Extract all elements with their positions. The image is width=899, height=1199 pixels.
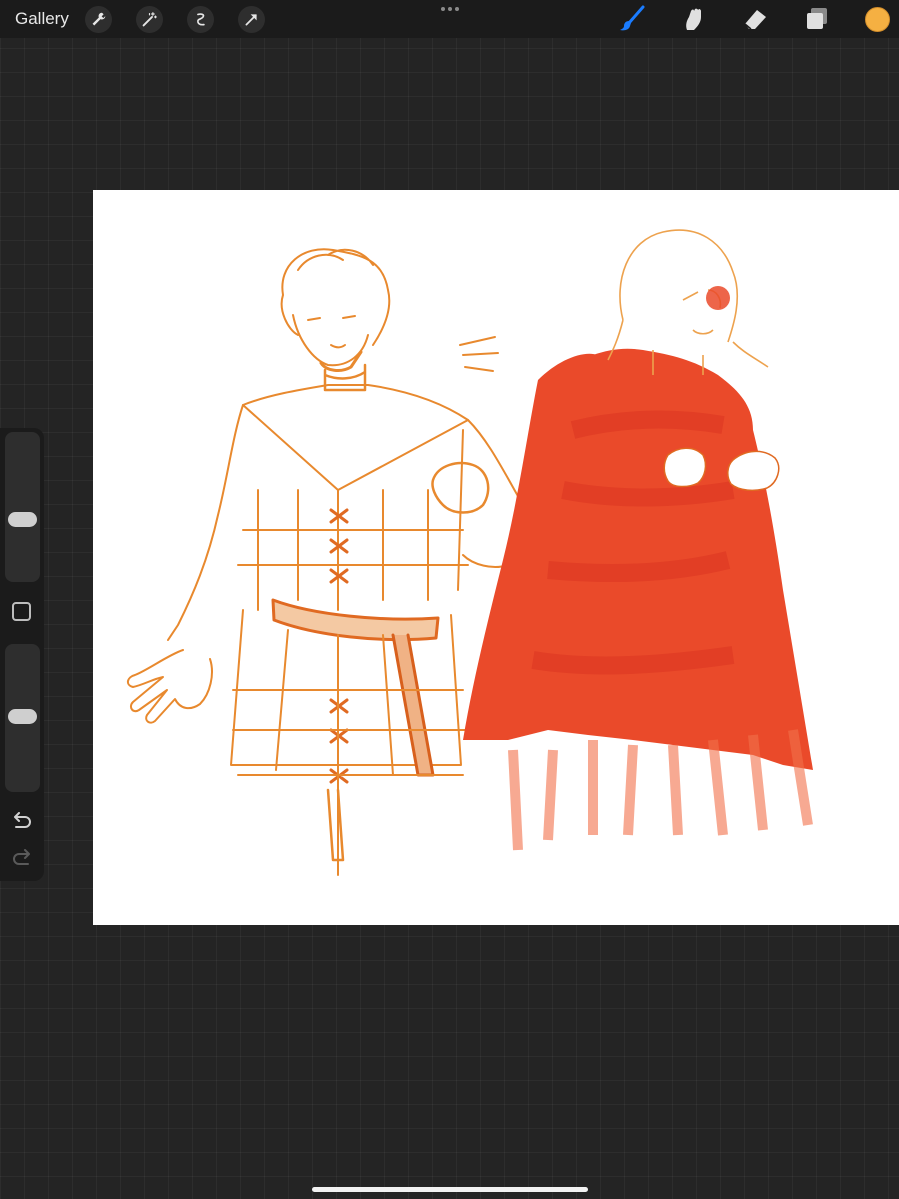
brush-size-thumb[interactable] [8,512,37,527]
undo-icon[interactable] [11,812,33,832]
layers-icon[interactable] [802,4,832,34]
left-sidebar [0,428,44,881]
drawing-canvas[interactable] [93,190,899,925]
opacity-slider[interactable] [5,644,40,792]
brush-size-slider[interactable] [5,432,40,582]
wrench-icon[interactable] [85,6,112,33]
eraser-icon[interactable] [740,4,770,34]
modify-button[interactable] [12,602,31,621]
transform-arrow-icon[interactable] [238,6,265,33]
brush-icon[interactable] [617,4,647,34]
home-indicator [312,1187,588,1192]
selection-icon[interactable] [187,6,214,33]
color-picker-button[interactable] [865,7,890,32]
figure-right [463,229,813,851]
figure-left [127,248,529,876]
magic-wand-icon[interactable] [136,6,163,33]
opacity-thumb[interactable] [8,709,37,724]
top-toolbar: Gallery [0,0,899,38]
gallery-button[interactable]: Gallery [15,9,69,29]
redo-icon[interactable] [11,849,33,869]
more-options-icon[interactable] [438,2,462,16]
smudge-icon[interactable] [678,4,708,34]
artwork [127,229,813,876]
